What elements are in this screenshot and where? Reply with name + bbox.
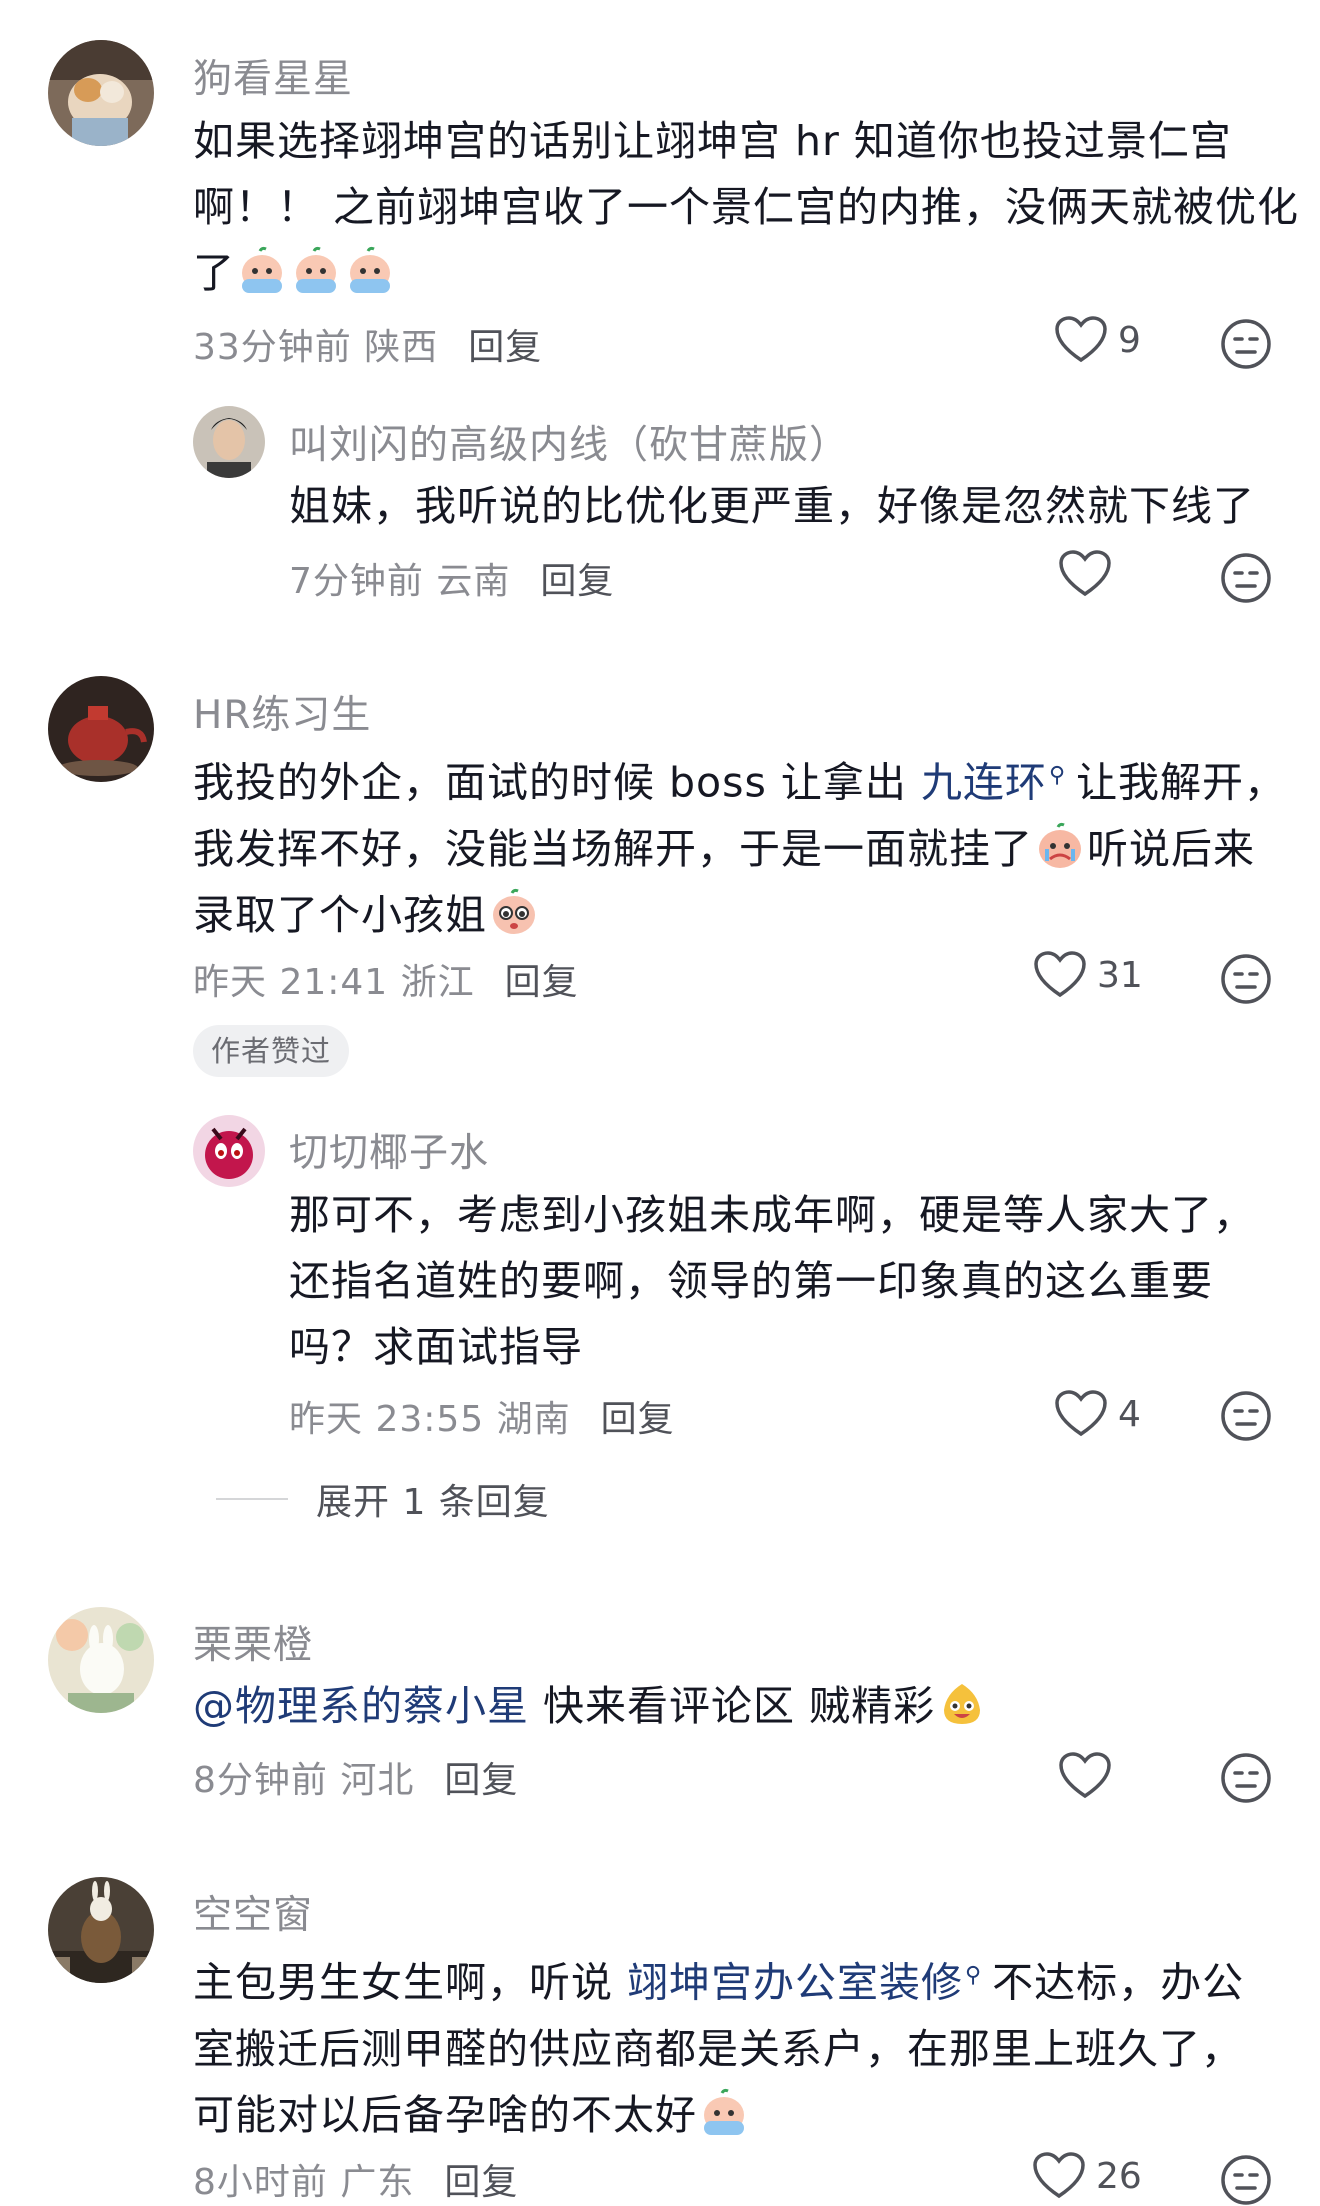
- avatar[interactable]: [193, 406, 265, 478]
- like-button[interactable]: 26: [1032, 2152, 1142, 2200]
- timestamp-location: 7分钟前 云南: [289, 561, 511, 602]
- search-link[interactable]: 翊坤宫办公室装修: [627, 1959, 963, 2007]
- cry-emoji: [350, 246, 390, 293]
- timestamp-location: 8分钟前 河北: [193, 1760, 415, 1801]
- comment-text: 主包男生女生啊，听说 翊坤宫办公室装修⚲ 不达标，办公 室搬迁后测甲醛的供应商都是…: [193, 1958, 1245, 2139]
- username[interactable]: 空空窗: [193, 1884, 313, 1940]
- heart-icon: [1059, 550, 1111, 597]
- avatar[interactable]: [48, 1877, 154, 1983]
- dislike-face-icon[interactable]: [1220, 1390, 1272, 1442]
- cry-emoji: [1039, 822, 1081, 868]
- username[interactable]: 切切椰子水: [289, 1122, 489, 1178]
- heart-icon: [1059, 1752, 1111, 1799]
- cry-emoji: [704, 2088, 744, 2135]
- comment-meta: 昨天 21:41 浙江 回复: [193, 953, 579, 1005]
- username[interactable]: 狗看星星: [193, 48, 353, 104]
- reply-button[interactable]: 回复: [540, 561, 614, 602]
- comment-text: 姐妹，我听说的比优化更严重，好像是忽然就下线了: [289, 482, 1255, 530]
- comment-text: @物理系的蔡小星 快来看评论区 贼精彩: [193, 1673, 989, 1739]
- timestamp-location: 昨天 23:55 湖南: [289, 1399, 571, 1440]
- cry-emoji: [296, 246, 336, 293]
- dislike-face-icon[interactable]: [1220, 552, 1272, 604]
- reply-button[interactable]: 回复: [505, 962, 579, 1003]
- comment-meta: 7分钟前 云南 回复: [289, 552, 614, 604]
- cry-emoji: [242, 246, 282, 293]
- search-icon: ⚲: [965, 1963, 983, 1988]
- heart-icon: [1033, 2152, 1085, 2199]
- like-button[interactable]: [1058, 1752, 1112, 1800]
- dislike-face-icon[interactable]: [1220, 953, 1272, 1005]
- username[interactable]: HR练习生: [193, 684, 371, 740]
- dislike-face-icon[interactable]: [1220, 2154, 1272, 2206]
- reply-button[interactable]: 回复: [601, 1399, 675, 1440]
- timestamp-location: 8小时前 广东: [193, 2162, 415, 2203]
- timestamp-location: 昨天 21:41 浙江: [193, 962, 475, 1003]
- heart-icon: [1055, 1390, 1107, 1437]
- like-count: 4: [1118, 1393, 1141, 1435]
- avatar[interactable]: [48, 40, 154, 146]
- dislike-face-icon[interactable]: [1220, 318, 1272, 370]
- reply-button[interactable]: 回复: [444, 1760, 518, 1801]
- reply-button[interactable]: 回复: [468, 327, 542, 368]
- comment-text: 那可不，考虑到小孩姐未成年啊，硬是等人家大了， 还指名道姓的要啊，领导的第一印象…: [289, 1191, 1255, 1371]
- comment-meta: 昨天 23:55 湖南 回复: [289, 1390, 675, 1442]
- avatar[interactable]: [48, 1607, 154, 1713]
- search-link[interactable]: 九连环: [921, 759, 1047, 807]
- like-count: 9: [1118, 319, 1141, 361]
- dislike-face-icon[interactable]: [1220, 1752, 1272, 1804]
- divider: [216, 1498, 288, 1500]
- comment-meta: 8小时前 广东 回复: [193, 2153, 518, 2205]
- like-count: 31: [1097, 954, 1143, 996]
- timestamp-location: 33分钟前 陕西: [193, 327, 439, 368]
- author-liked-badge: 作者赞过: [193, 1025, 350, 1077]
- comment-text: 如果选择翊坤宫的话别让翊坤宫 hr 知道你也投过景仁宫 啊！！ 之前翊坤宫收了一…: [193, 117, 1300, 297]
- comment-text: 我投的外企，面试的时候 boss 让拿出 九连环⚲ 让我解开， 我发挥不好，没能当…: [193, 758, 1287, 939]
- like-button[interactable]: 4: [1054, 1390, 1141, 1438]
- username[interactable]: 叫刘闪的高级内线（砍甘蔗版）: [289, 414, 849, 470]
- avatar[interactable]: [48, 676, 154, 782]
- like-count: 26: [1096, 2155, 1142, 2197]
- search-icon: ⚲: [1048, 763, 1067, 788]
- like-button[interactable]: [1058, 550, 1112, 598]
- username[interactable]: 栗栗橙: [193, 1614, 313, 1670]
- heart-icon: [1034, 951, 1086, 998]
- heart-icon: [1055, 316, 1107, 363]
- pleading-emoji: [493, 888, 535, 934]
- reply-button[interactable]: 回复: [444, 2162, 518, 2203]
- avatar[interactable]: [193, 1115, 265, 1187]
- like-button[interactable]: 9: [1054, 316, 1141, 364]
- mention-link[interactable]: @物理系的蔡小星: [193, 1682, 529, 1730]
- like-button[interactable]: 31: [1033, 951, 1143, 999]
- comment-meta: 8分钟前 河北 回复: [193, 1751, 518, 1803]
- laughing-emoji: [944, 1684, 981, 1724]
- expand-replies-button[interactable]: 展开 1 条回复: [216, 1473, 550, 1525]
- comment-meta: 33分钟前 陕西 回复: [193, 318, 542, 370]
